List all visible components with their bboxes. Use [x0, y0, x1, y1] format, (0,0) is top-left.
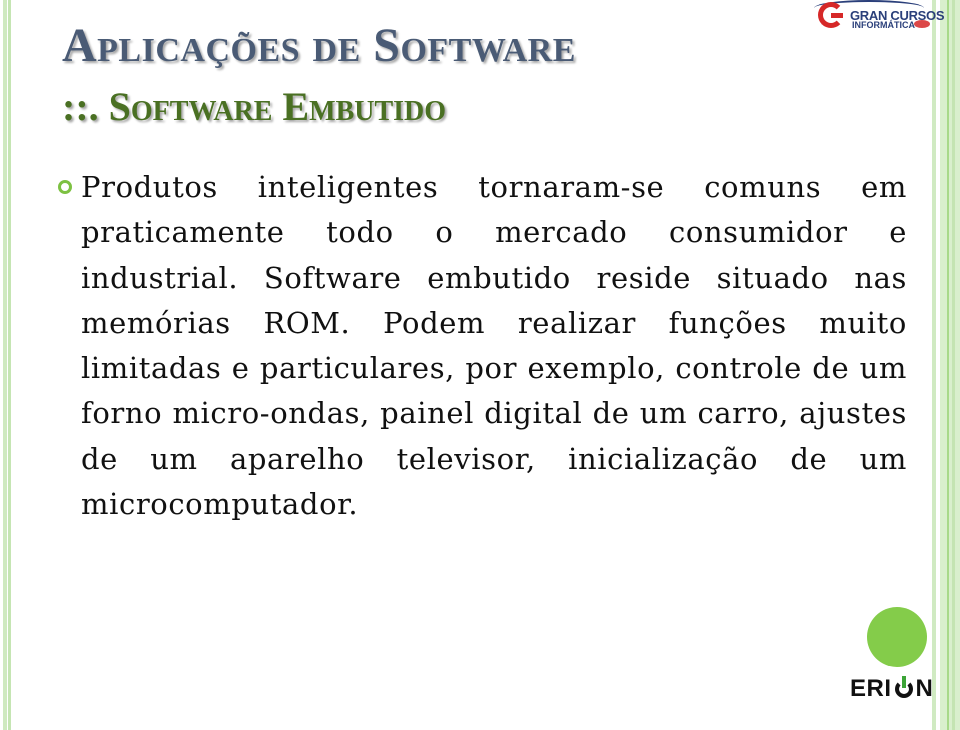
logo-g-bar	[831, 13, 843, 18]
right-decor-stripe	[947, 0, 949, 730]
logo-mouse-icon	[914, 20, 930, 28]
green-circle-decoration	[867, 607, 927, 667]
gran-cursos-logo: GRAN CURSOS INFORMÁTICA	[814, 0, 945, 36]
slide-title: Aplicações de Software	[62, 19, 576, 72]
erion-logo-text-end: N	[915, 675, 934, 702]
right-decor-stripe	[952, 0, 955, 730]
right-decor-band	[940, 0, 960, 730]
ring-bullet-icon	[58, 180, 72, 194]
erion-logo-text-start: ERI	[850, 675, 892, 702]
power-icon	[893, 676, 915, 700]
bullet-item: Produtos inteligentes tornaram-se comuns…	[58, 165, 908, 527]
left-decor-stripe	[3, 0, 7, 730]
logo-sub-text: INFORMÁTICA	[852, 20, 915, 30]
erion-logo: ERI N	[850, 674, 936, 704]
bullet-text: Produtos inteligentes tornaram-se comuns…	[81, 170, 907, 522]
right-decor-stripe	[932, 0, 936, 730]
left-decor-stripe	[8, 0, 11, 730]
slide-subtitle: ::. Software Embutido	[62, 84, 447, 129]
